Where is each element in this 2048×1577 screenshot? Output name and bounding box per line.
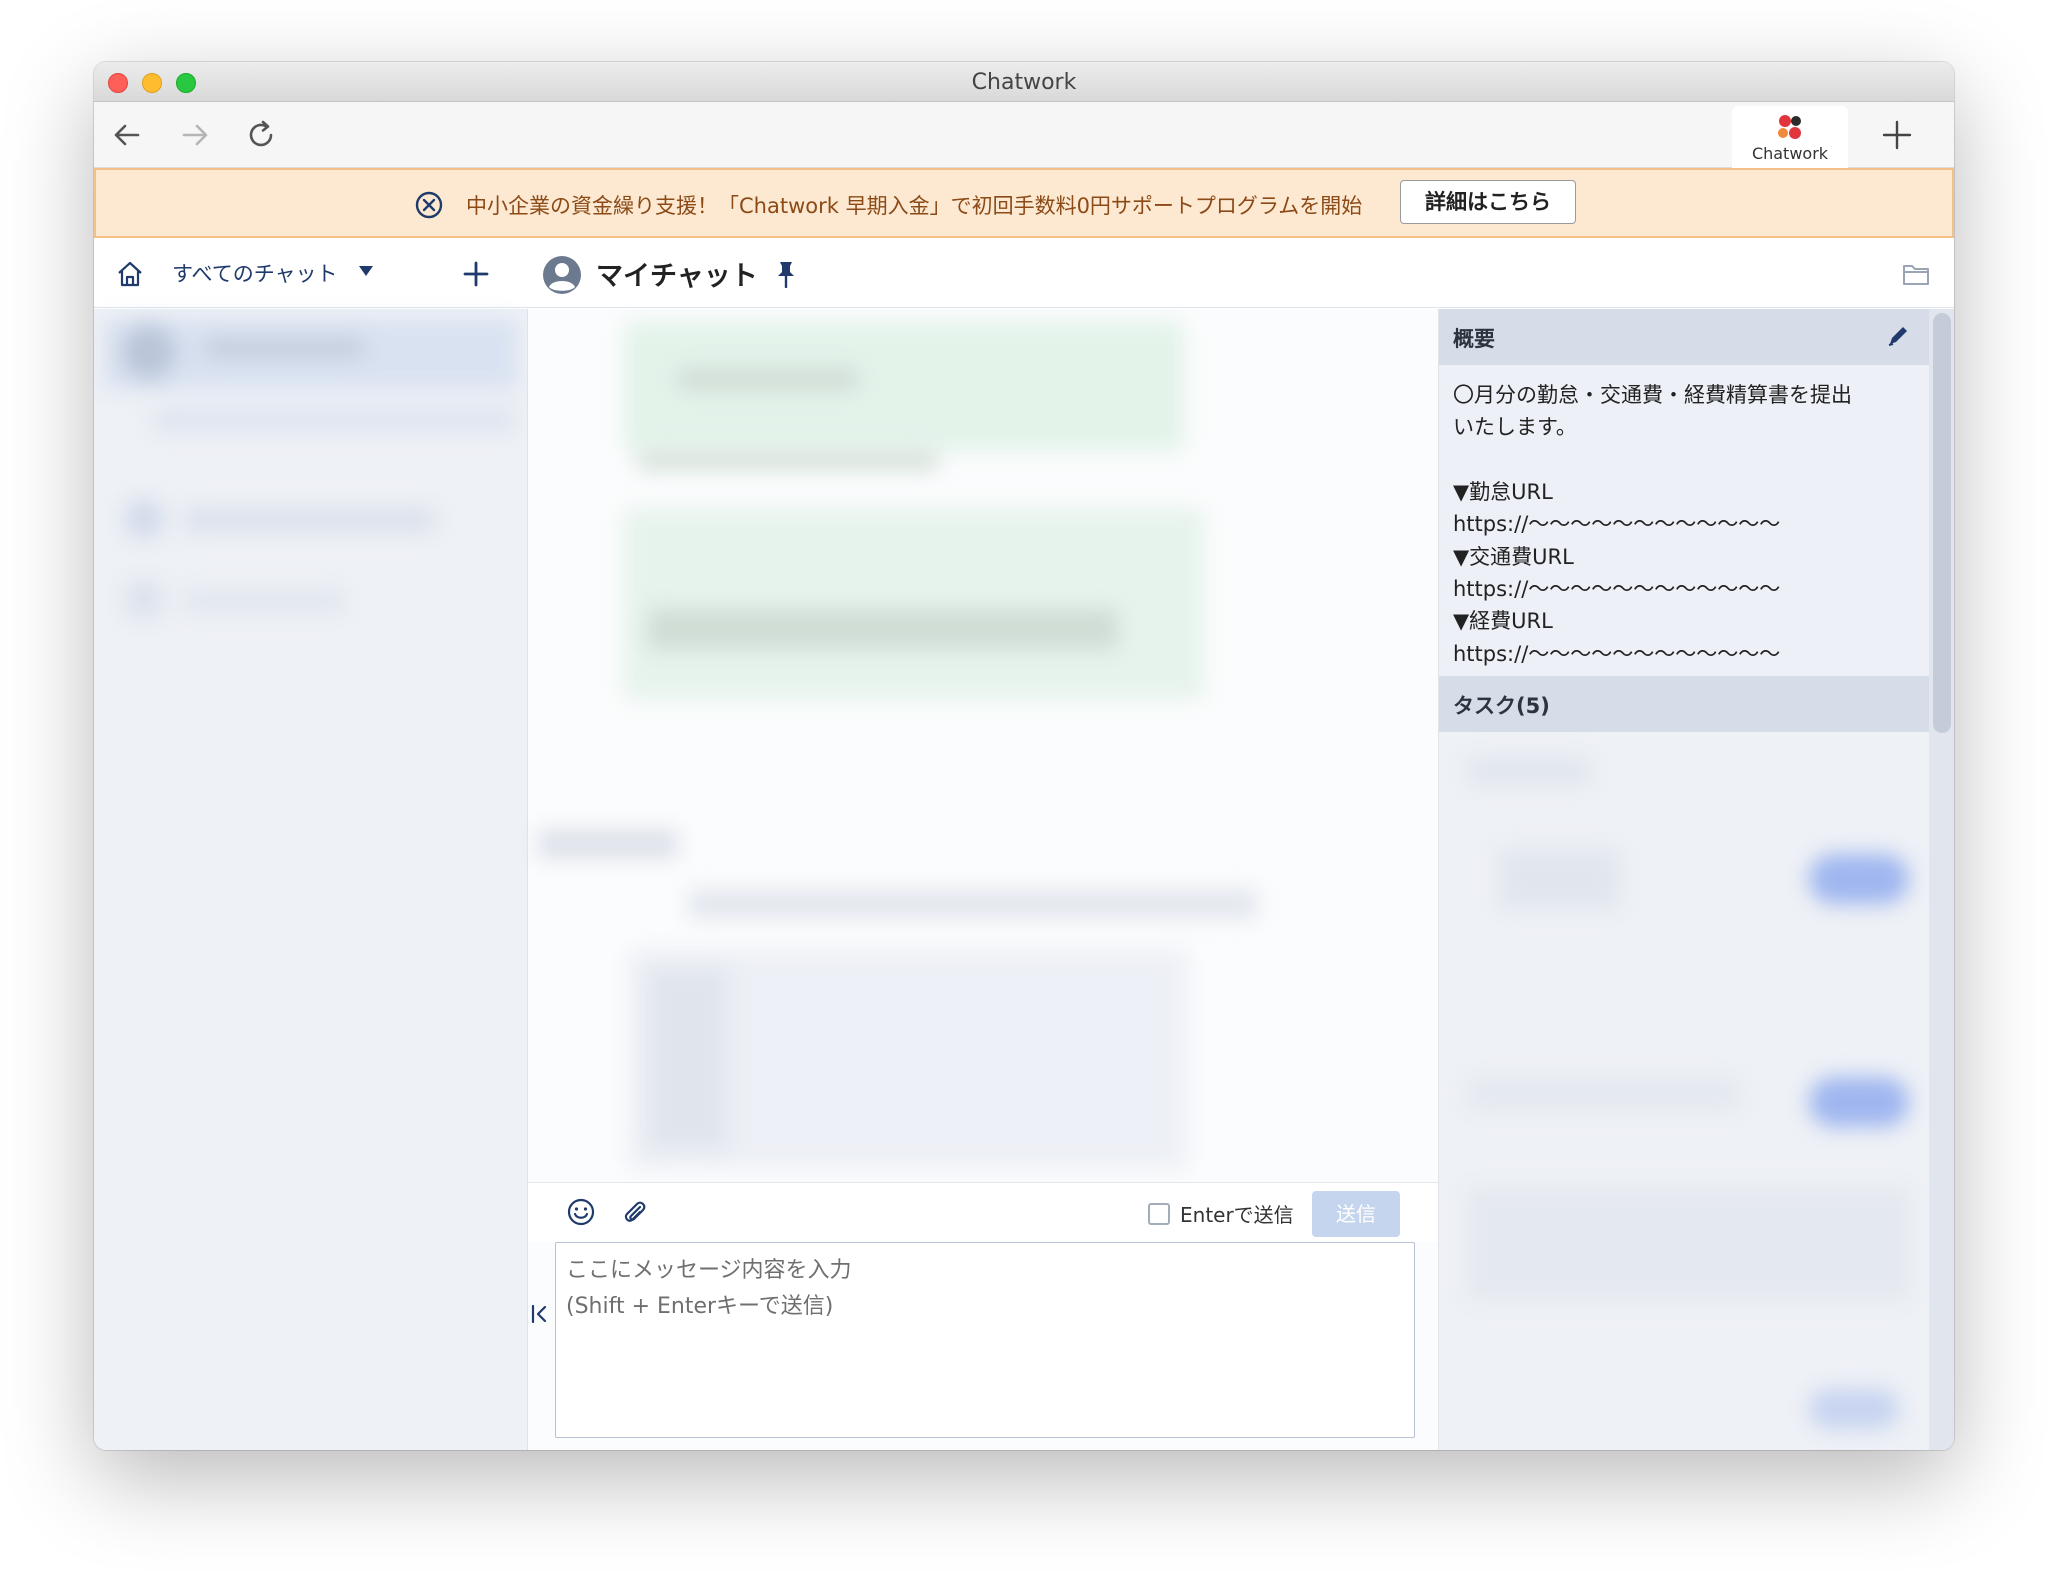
new-tab-button[interactable] — [1880, 118, 1914, 152]
blurred-avatar — [124, 579, 164, 619]
title-bar: Chatwork — [94, 62, 1954, 102]
blurred-avatar — [124, 499, 164, 539]
chatwork-app-tab[interactable]: Chatwork — [1732, 106, 1848, 168]
room-header: すべてのチャット マイチャット — [94, 238, 1954, 308]
blurred-text — [648, 609, 1118, 649]
reload-button[interactable] — [244, 118, 278, 152]
task-title: タスク(5) — [1453, 694, 1550, 718]
user-avatar-icon — [543, 256, 581, 294]
blurred-text — [678, 369, 858, 389]
panel-scrollbar[interactable] — [1929, 309, 1954, 1450]
forward-button[interactable] — [178, 118, 212, 152]
emoji-icon[interactable] — [566, 1197, 596, 1227]
chat-filter-dropdown[interactable]: すべてのチャット — [172, 258, 337, 288]
blurred-task — [1469, 1189, 1909, 1299]
summary-title: 概要 — [1453, 327, 1495, 351]
back-button[interactable] — [110, 118, 144, 152]
back-arrow-icon — [114, 124, 140, 146]
reload-icon — [249, 120, 273, 147]
home-icon[interactable] — [116, 260, 144, 288]
message-input[interactable] — [555, 1242, 1415, 1438]
summary-link[interactable]: https://〜〜〜〜〜〜〜〜〜〜〜〜 — [1453, 638, 1915, 670]
enter-to-send-checkbox[interactable] — [1148, 1203, 1170, 1225]
banner-details-button[interactable]: 詳細はこちら — [1400, 180, 1576, 224]
summary-link[interactable]: https://〜〜〜〜〜〜〜〜〜〜〜〜 — [1453, 573, 1915, 605]
blurred-complete-button — [1809, 854, 1909, 904]
blurred-message — [624, 509, 1204, 699]
app-window: Chatwork Chatwork 中小企業の資金繰り支援！「Chatwork … — [94, 62, 1954, 1450]
summary-line — [1453, 444, 1915, 476]
browser-toolbar: Chatwork — [94, 102, 1954, 168]
blurred-text — [1499, 849, 1619, 909]
blurred-text — [1469, 1079, 1739, 1109]
room-title: マイチャット — [596, 261, 758, 292]
room-info-panel: 概要 〇月分の勤怠・交通費・経費精算書を提出 いたします。 ▼勤怠URL htt… — [1438, 309, 1954, 1450]
pin-icon[interactable] — [774, 260, 798, 288]
chatwork-logo-icon — [1778, 115, 1801, 139]
app-tab-label: Chatwork — [1751, 144, 1829, 163]
pencil-icon[interactable] — [1885, 323, 1911, 349]
blurred-text — [648, 969, 728, 1149]
summary-line: ▼経費URL — [1453, 609, 1553, 634]
summary-line: 〇月分の勤怠・交通費・経費精算書を提出 — [1453, 383, 1852, 407]
banner-text: 中小企業の資金繰り支援！「Chatwork 早期入金」で初回手数料0円サポートプ… — [466, 194, 1363, 218]
close-circle-icon[interactable] — [414, 190, 444, 220]
summary-link[interactable]: https://〜〜〜〜〜〜〜〜〜〜〜〜 — [1453, 508, 1915, 540]
plus-icon — [1882, 120, 1912, 150]
summary-line: ▼交通費URL — [1453, 544, 1574, 569]
paperclip-icon[interactable] — [620, 1197, 648, 1227]
summary-line: いたします。 — [1453, 415, 1577, 440]
enter-to-send-label: Enterで送信 — [1180, 1203, 1294, 1227]
blurred-text — [204, 339, 364, 357]
promo-banner: 中小企業の資金繰り支援！「Chatwork 早期入金」で初回手数料0円サポートプ… — [94, 168, 1954, 238]
summary-line: ▼勤怠URL — [1453, 479, 1553, 504]
folder-icon[interactable] — [1902, 262, 1930, 286]
task-header[interactable]: タスク(5) — [1439, 676, 1929, 732]
summary-body: 〇月分の勤怠・交通費・経費精算書を提出 いたします。 ▼勤怠URL https:… — [1439, 365, 1929, 676]
window-title: Chatwork — [971, 70, 1077, 95]
blurred-text — [688, 889, 1258, 919]
blurred-text — [638, 449, 938, 471]
blurred-text — [184, 591, 344, 611]
forward-arrow-icon — [182, 124, 208, 146]
add-room-plus-icon[interactable] — [462, 260, 490, 288]
composer-toolbar: Enterで送信 送信 — [528, 1182, 1438, 1242]
send-button[interactable]: 送信 — [1312, 1191, 1400, 1237]
blurred-text — [538, 829, 678, 859]
room-list-sidebar — [94, 309, 528, 1450]
blurred-text — [154, 409, 514, 431]
chevron-down-icon[interactable] — [358, 264, 374, 278]
summary-header: 概要 — [1439, 309, 1929, 365]
panel-scrollbar-thumb[interactable] — [1933, 313, 1951, 733]
blurred-text — [1469, 759, 1589, 783]
blurred-complete-button — [1809, 1389, 1899, 1429]
collapse-left-icon[interactable] — [530, 1302, 550, 1326]
blurred-complete-button — [1809, 1077, 1909, 1127]
blurred-avatar — [122, 325, 176, 379]
blurred-text — [184, 509, 434, 531]
